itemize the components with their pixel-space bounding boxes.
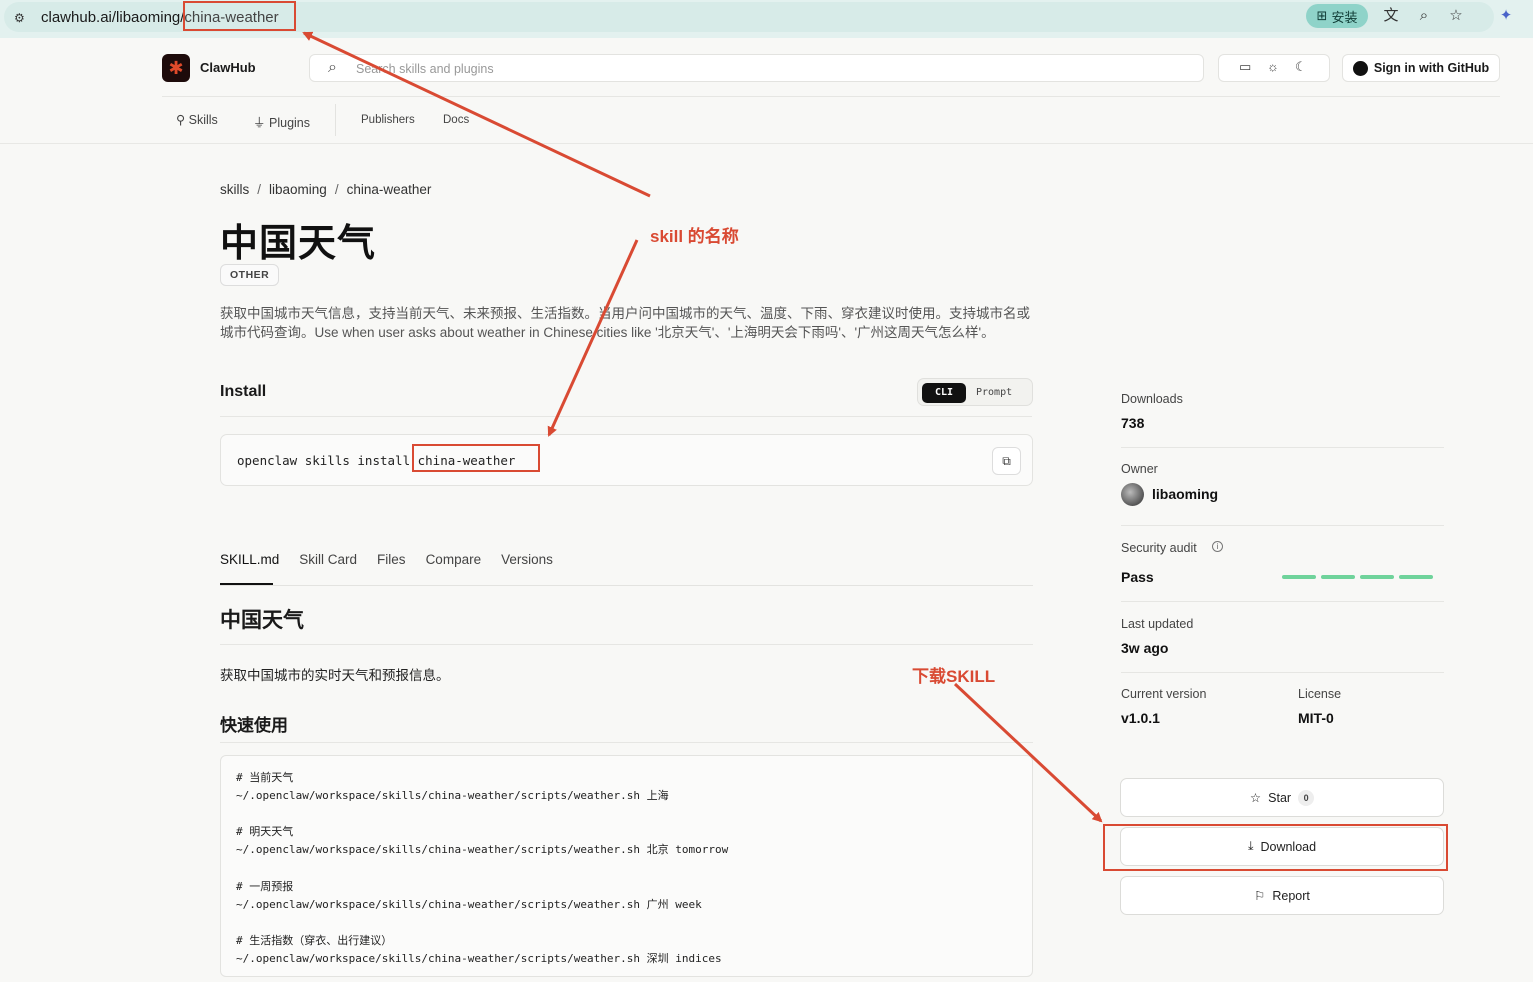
license-label: License (1298, 687, 1342, 701)
sidebar-divider (1121, 525, 1444, 526)
skill-description: 获取中国城市天气信息，支持当前天气、未来预报、生活指数。当用户问中国城市的天气、… (220, 306, 1030, 340)
header-divider (162, 96, 1500, 97)
code-line: ~/.openclaw/workspace/skills/china-weath… (236, 843, 729, 856)
audit-bar (1282, 575, 1316, 579)
owner-avatar[interactable] (1121, 483, 1144, 506)
tab-skill-card[interactable]: Skill Card (299, 552, 357, 567)
github-icon (1352, 60, 1368, 76)
sidebar-divider (1121, 447, 1444, 448)
copy-button[interactable]: ⧉ (992, 447, 1021, 475)
signin-github-button[interactable]: Sign in with GitHub (1342, 54, 1500, 82)
mode-prompt-button[interactable]: Prompt (976, 383, 1012, 403)
install-heading: Install (220, 383, 267, 400)
page-title: 中国天气 (220, 223, 377, 265)
code-line: ~/.openclaw/workspace/skills/china-weath… (236, 789, 669, 802)
theme-switcher[interactable]: ▭ ☼ ☾ (1218, 54, 1330, 82)
audit-bar (1360, 575, 1394, 579)
annotation-box-download (1103, 824, 1448, 871)
security-audit-label: Security audit (1121, 541, 1197, 555)
star-count: 0 (1298, 789, 1315, 806)
install-divider (220, 416, 1032, 417)
star-button[interactable]: ☆ Star 0 (1120, 778, 1444, 817)
version-value: v1.0.1 (1121, 710, 1160, 726)
category-tag: OTHER (220, 264, 280, 286)
plug-icon: ⏚ (253, 116, 266, 130)
downloads-label: Downloads (1121, 392, 1183, 406)
breadcrumb-skills[interactable]: skills (220, 182, 249, 197)
brand-name[interactable]: ClawHub (200, 60, 256, 75)
content-tabs: SKILL.md Skill Card Files Compare Versions (220, 552, 573, 567)
last-updated-label: Last updated (1121, 617, 1194, 631)
sidebar-divider (1121, 601, 1444, 602)
mode-cli-button[interactable]: CLI (922, 383, 966, 403)
install-mode-toggle: CLI Prompt (917, 378, 1033, 406)
install-command-box: openclaw skills install china-weather ⧉ (220, 434, 1033, 486)
tab-files[interactable]: Files (377, 552, 406, 567)
readme-title-divider (220, 644, 1033, 645)
tabs-divider (220, 585, 1033, 586)
last-updated-value: 3w ago (1121, 640, 1169, 656)
code-line: # 一周预报 (236, 880, 294, 893)
info-icon[interactable]: i (1212, 541, 1223, 552)
translate-icon[interactable]: 文 (1381, 6, 1401, 26)
code-line: # 生活指数（穿衣、出行建议） (236, 934, 393, 947)
search-icon: ⌕ (328, 59, 337, 76)
wrench-icon: ⚲ (176, 113, 186, 127)
clawhub-logo[interactable]: ✱ (162, 54, 190, 82)
license-value: MIT-0 (1298, 710, 1334, 726)
report-button[interactable]: ⚐ Report (1120, 876, 1444, 915)
star-icon: ☆ (1249, 791, 1262, 805)
readme-intro: 获取中国城市的实时天气和预报信息。 (220, 668, 450, 683)
nav-docs[interactable]: Docs (443, 114, 469, 126)
sidebar-divider (1121, 672, 1444, 673)
copy-icon: ⧉ (1002, 454, 1011, 468)
tab-skill-md[interactable]: SKILL.md (220, 552, 279, 567)
audit-bar (1321, 575, 1355, 579)
owner-name[interactable]: libaoming (1152, 486, 1218, 502)
extension-icon[interactable]: ✦ (1496, 6, 1516, 26)
code-line: # 当前天气 (236, 771, 294, 784)
code-line: ~/.openclaw/workspace/skills/china-weath… (236, 898, 702, 911)
breadcrumb-skill: china-weather (346, 182, 432, 197)
tab-versions[interactable]: Versions (501, 552, 553, 567)
nav-skills[interactable]: ⚲ Skills (176, 112, 218, 127)
sun-icon[interactable]: ☼ (1267, 59, 1279, 74)
search-input[interactable]: ⌕ Search skills and plugins (309, 54, 1204, 82)
readme-title: 中国天气 (220, 609, 304, 632)
annotation-label-download: 下载SKILL (912, 667, 996, 686)
breadcrumb: skills / libaoming / china-weather (220, 182, 432, 197)
nav-plugins[interactable]: ⏚ Plugins (253, 112, 310, 131)
moon-icon[interactable]: ☾ (1295, 59, 1307, 75)
install-app-button[interactable]: ⊞ 安装 (1306, 4, 1368, 28)
bookmark-star-icon[interactable]: ☆ (1446, 6, 1466, 26)
search-placeholder: Search skills and plugins (356, 62, 494, 76)
flag-icon: ⚐ (1254, 889, 1266, 903)
code-line: ~/.openclaw/workspace/skills/china-weath… (236, 952, 722, 965)
monitor-icon[interactable]: ▭ (1239, 59, 1251, 75)
breadcrumb-owner[interactable]: libaoming (269, 182, 327, 197)
readme-quickstart-heading: 快速使用 (220, 716, 288, 735)
nav-divider-bottom (0, 143, 1533, 144)
nav-divider (335, 104, 336, 136)
version-label: Current version (1121, 687, 1207, 701)
nav-publishers[interactable]: Publishers (361, 114, 415, 126)
code-line: # 明天天气 (236, 825, 294, 838)
readme-quickstart-divider (220, 742, 1033, 743)
security-audit-value: Pass (1121, 569, 1154, 585)
tab-compare[interactable]: Compare (426, 552, 482, 567)
zoom-icon[interactable]: ⌕ (1414, 6, 1434, 26)
readme-code-block: # 当前天气 ~/.openclaw/workspace/skills/chin… (220, 755, 1033, 977)
annotation-label-skill-name: skill 的名称 (650, 227, 739, 246)
install-app-icon: ⊞ (1316, 8, 1328, 23)
annotation-box-url-slug (183, 1, 296, 31)
audit-bar (1399, 575, 1433, 579)
site-info-icon[interactable]: ⚙ (14, 11, 28, 25)
downloads-value: 738 (1121, 415, 1145, 431)
annotation-box-command-slug (412, 444, 540, 472)
owner-label: Owner (1121, 462, 1158, 476)
